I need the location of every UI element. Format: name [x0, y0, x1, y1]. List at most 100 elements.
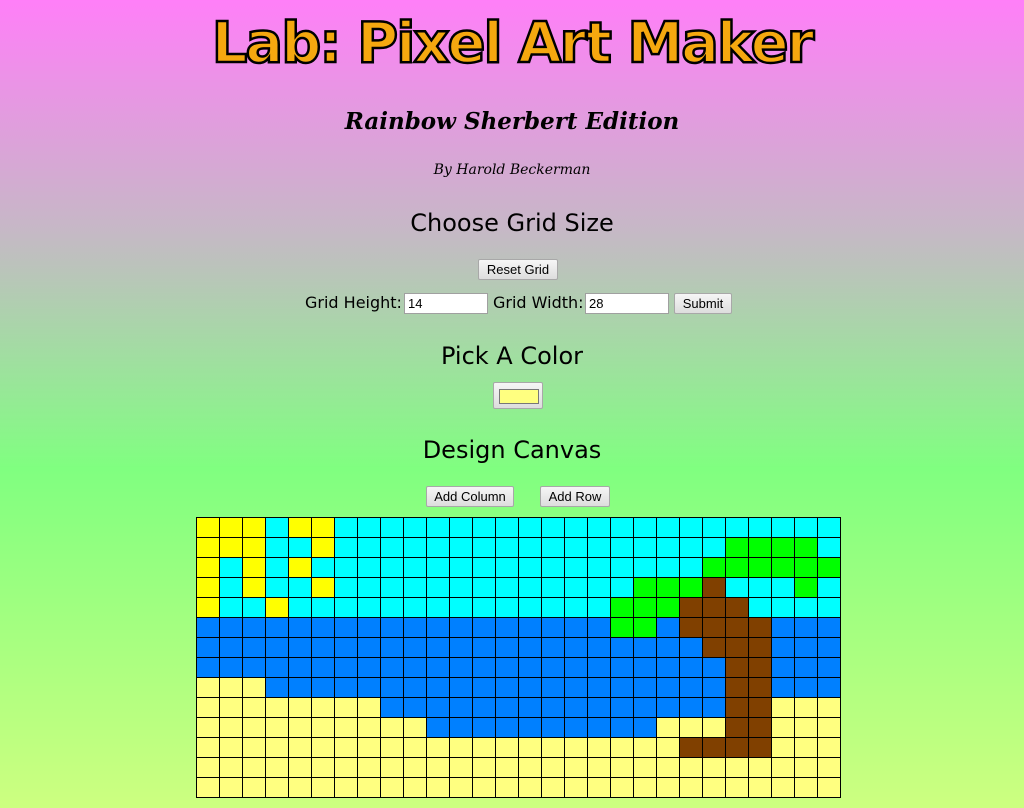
pixel-cell[interactable] — [472, 617, 496, 638]
pixel-cell[interactable] — [702, 677, 726, 698]
pixel-cell[interactable] — [725, 737, 749, 758]
pixel-cell[interactable] — [334, 777, 358, 798]
pixel-cell[interactable] — [771, 577, 795, 598]
pixel-cell[interactable] — [771, 637, 795, 658]
pixel-cell[interactable] — [518, 757, 542, 778]
pixel-cell[interactable] — [311, 697, 335, 718]
pixel-cell[interactable] — [495, 677, 519, 698]
pixel-cell[interactable] — [817, 677, 841, 698]
pixel-cell[interactable] — [311, 777, 335, 798]
pixel-cell[interactable] — [633, 537, 657, 558]
pixel-cell[interactable] — [817, 757, 841, 778]
pixel-cell[interactable] — [817, 617, 841, 638]
pixel-cell[interactable] — [242, 597, 266, 618]
pixel-cell[interactable] — [449, 777, 473, 798]
pixel-cell[interactable] — [610, 657, 634, 678]
pixel-cell[interactable] — [817, 537, 841, 558]
pixel-cell[interactable] — [587, 637, 611, 658]
pixel-cell[interactable] — [357, 757, 381, 778]
pixel-cell[interactable] — [725, 557, 749, 578]
pixel-cell[interactable] — [610, 577, 634, 598]
pixel-cell[interactable] — [242, 637, 266, 658]
pixel-cell[interactable] — [472, 537, 496, 558]
pixel-cell[interactable] — [357, 597, 381, 618]
pixel-cell[interactable] — [311, 557, 335, 578]
pixel-cell[interactable] — [288, 737, 312, 758]
pixel-cell[interactable] — [633, 557, 657, 578]
pixel-cell[interactable] — [196, 777, 220, 798]
pixel-cell[interactable] — [380, 737, 404, 758]
pixel-cell[interactable] — [587, 737, 611, 758]
pixel-cell[interactable] — [242, 677, 266, 698]
pixel-cell[interactable] — [449, 637, 473, 658]
pixel-cell[interactable] — [633, 677, 657, 698]
pixel-cell[interactable] — [288, 657, 312, 678]
pixel-cell[interactable] — [426, 737, 450, 758]
pixel-cell[interactable] — [656, 637, 680, 658]
pixel-cell[interactable] — [794, 637, 818, 658]
pixel-cell[interactable] — [449, 657, 473, 678]
pixel-cell[interactable] — [679, 517, 703, 538]
pixel-cell[interactable] — [633, 717, 657, 738]
pixel-cell[interactable] — [311, 617, 335, 638]
pixel-cell[interactable] — [334, 757, 358, 778]
pixel-cell[interactable] — [472, 777, 496, 798]
pixel-cell[interactable] — [242, 517, 266, 538]
pixel-cell[interactable] — [748, 757, 772, 778]
pixel-cell[interactable] — [564, 557, 588, 578]
pixel-cell[interactable] — [219, 657, 243, 678]
pixel-cell[interactable] — [334, 637, 358, 658]
pixel-cell[interactable] — [518, 717, 542, 738]
pixel-cell[interactable] — [656, 757, 680, 778]
pixel-cell[interactable] — [541, 637, 565, 658]
pixel-cell[interactable] — [288, 777, 312, 798]
pixel-cell[interactable] — [702, 697, 726, 718]
pixel-cell[interactable] — [541, 597, 565, 618]
pixel-cell[interactable] — [403, 557, 427, 578]
pixel-cell[interactable] — [242, 697, 266, 718]
pixel-cell[interactable] — [725, 577, 749, 598]
pixel-cell[interactable] — [794, 697, 818, 718]
pixel-cell[interactable] — [587, 617, 611, 638]
pixel-cell[interactable] — [311, 757, 335, 778]
pixel-cell[interactable] — [633, 697, 657, 718]
pixel-cell[interactable] — [771, 697, 795, 718]
pixel-cell[interactable] — [196, 637, 220, 658]
pixel-cell[interactable] — [196, 517, 220, 538]
pixel-cell[interactable] — [449, 557, 473, 578]
pixel-cell[interactable] — [518, 517, 542, 538]
pixel-canvas[interactable] — [196, 517, 841, 798]
pixel-cell[interactable] — [518, 637, 542, 658]
pixel-cell[interactable] — [794, 717, 818, 738]
pixel-cell[interactable] — [817, 557, 841, 578]
pixel-cell[interactable] — [771, 757, 795, 778]
pixel-cell[interactable] — [702, 657, 726, 678]
pixel-cell[interactable] — [541, 577, 565, 598]
pixel-cell[interactable] — [656, 677, 680, 698]
pixel-cell[interactable] — [702, 537, 726, 558]
pixel-cell[interactable] — [357, 517, 381, 538]
pixel-cell[interactable] — [817, 777, 841, 798]
pixel-cell[interactable] — [725, 697, 749, 718]
pixel-cell[interactable] — [380, 757, 404, 778]
pixel-cell[interactable] — [564, 517, 588, 538]
pixel-cell[interactable] — [587, 517, 611, 538]
pixel-cell[interactable] — [380, 637, 404, 658]
pixel-cell[interactable] — [426, 617, 450, 638]
pixel-cell[interactable] — [541, 717, 565, 738]
submit-button[interactable]: Submit — [674, 293, 732, 314]
pixel-cell[interactable] — [380, 597, 404, 618]
pixel-cell[interactable] — [265, 597, 289, 618]
pixel-cell[interactable] — [357, 637, 381, 658]
pixel-cell[interactable] — [679, 757, 703, 778]
pixel-cell[interactable] — [242, 617, 266, 638]
pixel-cell[interactable] — [334, 697, 358, 718]
pixel-cell[interactable] — [495, 697, 519, 718]
pixel-cell[interactable] — [725, 517, 749, 538]
pixel-cell[interactable] — [541, 537, 565, 558]
pixel-cell[interactable] — [357, 717, 381, 738]
pixel-cell[interactable] — [794, 617, 818, 638]
pixel-cell[interactable] — [380, 657, 404, 678]
pixel-cell[interactable] — [196, 657, 220, 678]
pixel-cell[interactable] — [656, 777, 680, 798]
